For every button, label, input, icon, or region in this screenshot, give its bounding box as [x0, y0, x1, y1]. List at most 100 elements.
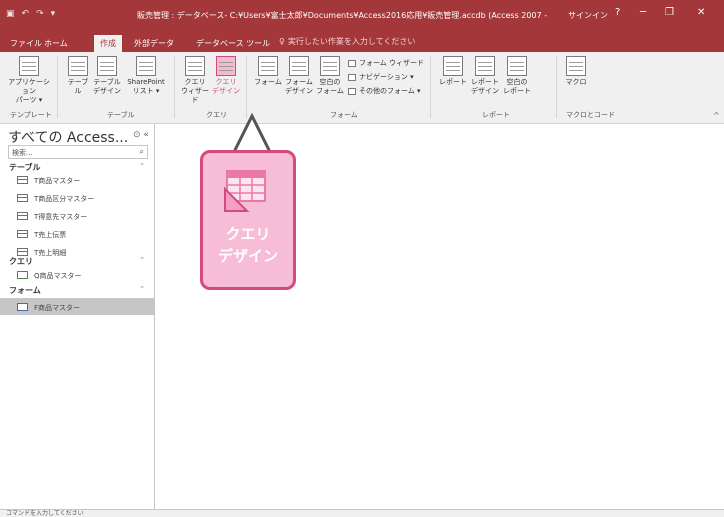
query-design-icon [216, 56, 236, 76]
table-design-button[interactable]: テーブル デザイン [92, 56, 122, 96]
blank-form-button[interactable]: 空白の フォーム [316, 56, 344, 96]
status-bar: コマンドを入力してください [0, 509, 724, 517]
status-text: コマンドを入力してください [6, 510, 84, 517]
query-design-button[interactable]: クエリ デザイン [212, 56, 240, 96]
navigation-icon [348, 73, 356, 81]
table-icon [17, 248, 28, 256]
collapse-ribbon-icon[interactable]: ^ [713, 111, 720, 120]
table-icon [17, 230, 28, 238]
nav-item-table[interactable]: T得意先マスター [0, 207, 154, 224]
group-divider [430, 56, 431, 118]
more-forms-button[interactable]: その他のフォーム ▾ [348, 86, 421, 96]
report-button[interactable]: レポート [438, 56, 468, 87]
search-icon[interactable]: ⌕ [140, 147, 144, 157]
blank-report-button[interactable]: 空白の レポート [502, 56, 532, 96]
more-forms-icon [348, 87, 356, 95]
minimize-button[interactable]: ─ [640, 7, 646, 18]
restore-button[interactable]: ❐ [665, 7, 674, 18]
sharepoint-list-icon [136, 56, 156, 76]
lightbulb-icon: ♀ [279, 37, 285, 46]
form-wizard-icon [348, 59, 356, 67]
nav-item-table[interactable]: T売上伝票 [0, 225, 154, 242]
nav-menu-icon[interactable]: ⊙ [133, 130, 141, 140]
table-design-icon [97, 56, 117, 76]
undo-icon[interactable]: ↶ [22, 9, 30, 19]
nav-search-input[interactable]: 検索... ⌕ [8, 145, 148, 159]
nav-pane-controls: ⊙ « [133, 130, 149, 140]
nav-item-label: F商品マスター [34, 304, 81, 312]
query-icon [17, 271, 28, 279]
save-icon[interactable]: ▣ [6, 9, 15, 19]
report-design-icon [475, 56, 495, 76]
group-label-forms: フォーム [330, 111, 358, 119]
navigation-label: ナビゲーション ▾ [359, 73, 414, 81]
ribbon-create: アプリケーション パーツ ▾ テンプレート テーブル テーブル デザイン Sha… [0, 52, 724, 124]
sharepoint-list-button[interactable]: SharePoint リスト ▾ [124, 56, 168, 96]
nav-group-label: クエリ [9, 257, 33, 266]
application-parts-icon [19, 56, 39, 76]
form-wizard-label: フォーム ウィザード [359, 59, 425, 67]
form-button[interactable]: フォーム [254, 56, 282, 87]
tell-me-box[interactable]: ♀ 実行したい作業を入力してください [279, 36, 415, 47]
group-divider [556, 56, 557, 118]
table-icon [17, 194, 28, 202]
tab-create[interactable]: 作成 [94, 35, 122, 52]
close-button[interactable]: ✕ [697, 7, 705, 18]
nav-item-form[interactable]: F商品マスター [0, 298, 154, 315]
macro-button[interactable]: マクロ [562, 56, 590, 87]
help-button[interactable]: ? [615, 7, 620, 18]
table-label: テーブル [67, 78, 89, 95]
tab-external-data[interactable]: 外部データ [128, 35, 180, 52]
report-label: レポート [439, 78, 467, 86]
nav-group-forms[interactable]: フォーム ⌃ [9, 285, 149, 296]
window-title: 販売管理 : データベース- C:¥Users¥富士太郎¥Documents¥A… [137, 11, 547, 20]
application-parts-button[interactable]: アプリケーション パーツ ▾ [8, 56, 50, 105]
group-divider [57, 56, 58, 118]
nav-search-placeholder: 検索... [12, 149, 33, 157]
macro-icon [566, 56, 586, 76]
table-button[interactable]: テーブル [66, 56, 90, 96]
group-label-reports: レポート [482, 111, 510, 119]
report-design-button[interactable]: レポート デザイン [470, 56, 500, 96]
nav-item-label: T売上伝票 [34, 231, 67, 239]
customize-qat-icon[interactable]: ▾ [51, 9, 56, 19]
redo-icon[interactable]: ↷ [36, 9, 44, 19]
collapse-group-icon[interactable]: ⌃ [139, 256, 145, 264]
macro-label: マクロ [565, 78, 587, 86]
nav-pane-title[interactable]: すべての Access... [8, 127, 128, 147]
tell-me-text: 実行したい作業を入力してください [287, 37, 416, 46]
nav-group-label: フォーム [9, 286, 41, 295]
navigation-pane: すべての Access... ⊙ « 検索... ⌕ テーブル ⌃ T商品マスタ… [0, 124, 155, 509]
query-wizard-button[interactable]: クエリ ウィザード [180, 56, 210, 105]
ribbon-tabs: ファイル ホーム 作成 外部データ データベース ツール ♀ 実行したい作業を入… [0, 32, 724, 52]
table-icon [68, 56, 88, 76]
table-design-label: テーブル デザイン [93, 78, 121, 95]
nav-item-label: T得意先マスター [34, 213, 88, 221]
signin-link[interactable]: サインイン [568, 10, 608, 21]
nav-item-label: Q商品マスター [34, 272, 82, 280]
query-design-callout: クエリ デザイン [200, 150, 296, 290]
query-design-large-icon [224, 170, 266, 212]
group-label-macros: マクロとコード [566, 111, 615, 119]
group-divider [246, 56, 247, 118]
nav-item-query[interactable]: Q商品マスター [0, 266, 154, 283]
form-design-button[interactable]: フォーム デザイン [284, 56, 314, 96]
group-label-templates: テンプレート [10, 111, 52, 119]
tab-home[interactable]: ホーム [38, 35, 74, 52]
query-wizard-label: クエリ ウィザード [181, 78, 209, 104]
navigation-button[interactable]: ナビゲーション ▾ [348, 72, 414, 82]
table-icon [17, 176, 28, 184]
quick-access-toolbar: ▣ ↶ ↷ ▾ [6, 9, 55, 19]
collapse-group-icon[interactable]: ⌃ [139, 285, 145, 293]
tab-database-tools[interactable]: データベース ツール [190, 35, 276, 52]
query-design-label: クエリ デザイン [212, 78, 240, 95]
nav-item-table[interactable]: T商品区分マスター [0, 189, 154, 206]
callout-label-line2: デザイン [217, 247, 278, 265]
nav-item-table[interactable]: T商品マスター [0, 171, 154, 188]
collapse-group-icon[interactable]: ⌃ [139, 162, 145, 170]
blank-form-label: 空白の フォーム [316, 78, 344, 95]
form-wizard-button[interactable]: フォーム ウィザード [348, 58, 424, 68]
shutter-bar-icon[interactable]: « [143, 130, 149, 140]
form-icon [258, 56, 278, 76]
title-bar: ▣ ↶ ↷ ▾ 販売管理 : データベース- C:¥Users¥富士太郎¥Doc… [0, 0, 724, 32]
